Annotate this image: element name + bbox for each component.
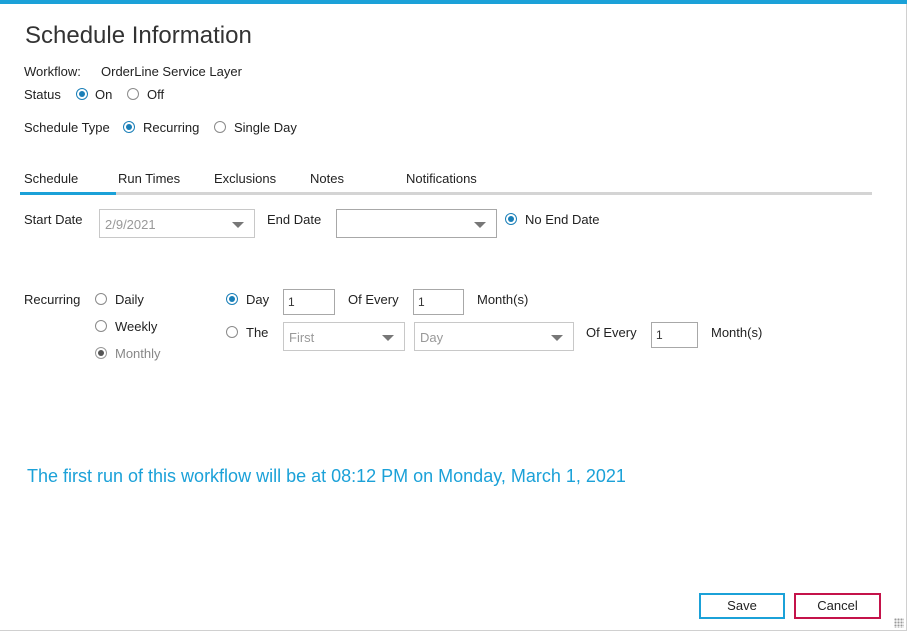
cancel-button[interactable]: Cancel xyxy=(794,593,881,619)
months-label: Month(s) xyxy=(477,292,529,307)
monthly-day-radio[interactable] xyxy=(226,293,238,305)
weekly-label[interactable]: Weekly xyxy=(115,319,157,334)
monthly-the-label[interactable]: The xyxy=(246,325,268,340)
months-interval-input[interactable] xyxy=(413,289,464,315)
schedule-type-label: Schedule Type xyxy=(24,120,110,135)
monthly-label[interactable]: Monthly xyxy=(115,346,161,361)
status-off-label[interactable]: Off xyxy=(147,87,164,102)
the-months-label: Month(s) xyxy=(711,325,763,340)
start-date-label: Start Date xyxy=(24,212,83,227)
chevron-down-icon xyxy=(551,335,563,341)
status-on-label[interactable]: On xyxy=(95,87,112,102)
day-of-month-input[interactable] xyxy=(283,289,335,315)
save-button[interactable]: Save xyxy=(699,593,785,619)
workflow-name: OrderLine Service Layer xyxy=(101,64,242,79)
daily-label[interactable]: Daily xyxy=(115,292,144,307)
weekday-select[interactable]: Day xyxy=(414,322,574,351)
daily-radio[interactable] xyxy=(95,293,107,305)
schedule-type-recurring-label[interactable]: Recurring xyxy=(143,120,199,135)
window-top-accent xyxy=(0,0,907,4)
tab-bar-divider xyxy=(20,192,872,195)
of-every-label: Of Every xyxy=(348,292,399,307)
resize-grip-icon[interactable] xyxy=(894,618,904,628)
weekday-select-value: Day xyxy=(420,330,444,345)
monthly-the-radio[interactable] xyxy=(226,326,238,338)
no-end-date-radio[interactable] xyxy=(505,213,517,225)
chevron-down-icon xyxy=(474,222,486,228)
schedule-type-single-day-radio[interactable] xyxy=(214,121,226,133)
chevron-down-icon xyxy=(382,335,394,341)
tab-notes[interactable]: Notes xyxy=(310,171,344,186)
weekly-radio[interactable] xyxy=(95,320,107,332)
chevron-down-icon xyxy=(232,222,244,228)
end-date-label: End Date xyxy=(267,212,322,227)
ordinal-select-value: First xyxy=(289,330,315,345)
recurring-label: Recurring xyxy=(24,292,81,307)
start-date-value: 2/9/2021 xyxy=(105,217,156,232)
tab-exclusions[interactable]: Exclusions xyxy=(214,171,276,186)
status-off-radio[interactable] xyxy=(127,88,139,100)
monthly-radio[interactable] xyxy=(95,347,107,359)
tab-notifications[interactable]: Notifications xyxy=(406,171,477,186)
monthly-day-label[interactable]: Day xyxy=(246,292,269,307)
end-date-picker[interactable] xyxy=(336,209,497,238)
tab-schedule[interactable]: Schedule xyxy=(24,171,78,186)
tab-run-times[interactable]: Run Times xyxy=(118,171,180,186)
schedule-type-single-day-label[interactable]: Single Day xyxy=(234,120,297,135)
no-end-date-label[interactable]: No End Date xyxy=(525,212,599,227)
page-title: Schedule Information xyxy=(25,22,252,49)
schedule-type-recurring-radio[interactable] xyxy=(123,121,135,133)
tab-active-indicator xyxy=(20,192,116,195)
start-date-picker[interactable]: 2/9/2021 xyxy=(99,209,255,238)
status-label: Status xyxy=(24,87,61,102)
status-on-radio[interactable] xyxy=(76,88,88,100)
the-months-interval-input[interactable] xyxy=(651,322,698,348)
workflow-label: Workflow: xyxy=(24,64,81,79)
ordinal-select[interactable]: First xyxy=(283,322,405,351)
the-of-every-label: Of Every xyxy=(586,325,637,340)
next-run-message: The first run of this workflow will be a… xyxy=(27,466,626,486)
